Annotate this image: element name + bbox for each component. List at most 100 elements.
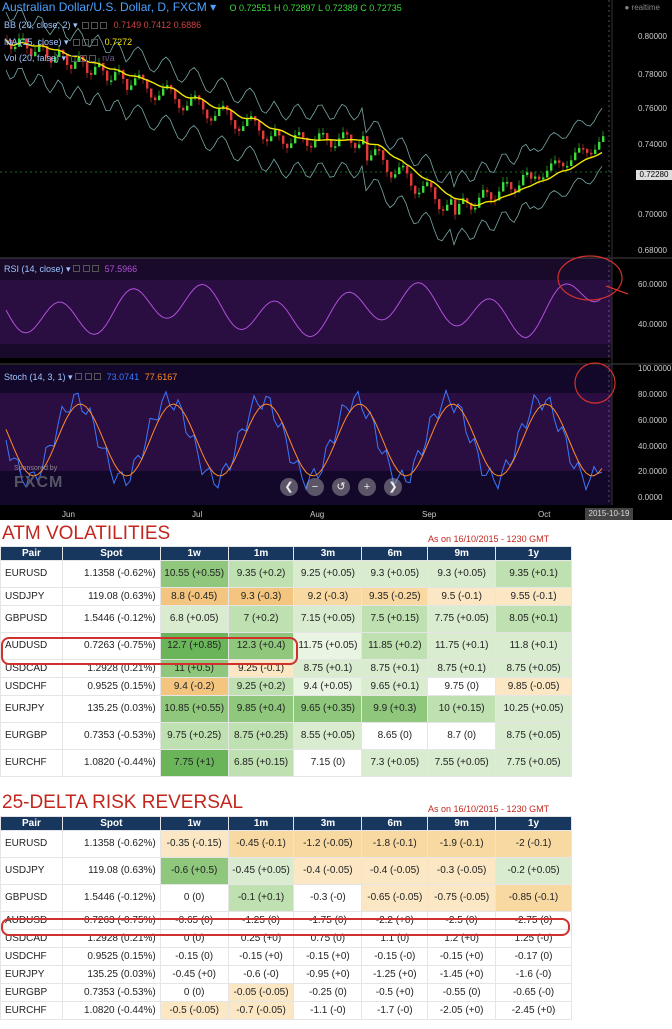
- value-cell: 7.5 (+0.15): [361, 605, 429, 633]
- pair-cell: GBPUSD: [0, 605, 63, 633]
- stoch-axis-label: 0.0000: [638, 493, 663, 502]
- table-row: EURGBP 0.7353 (-0.53%) 0 (0) -0.05 (-0.05) -…: [0, 983, 572, 1002]
- pair-cell: USDJPY: [0, 857, 63, 885]
- candle-body: [534, 176, 537, 179]
- rsi-legend[interactable]: RSI (14, close) ▾ 57.5966: [4, 264, 137, 275]
- table-row: GBPUSD 1.5446 (-0.12%) 6.8 (+0.05) 7 (+0.2)…: [0, 605, 572, 633]
- value-cell: -2.45 (+0): [495, 1001, 572, 1020]
- zoom-out-button[interactable]: −: [306, 478, 324, 496]
- value-cell: -1.6 (-0): [495, 965, 572, 984]
- candle-body: [342, 132, 345, 139]
- eye-icon[interactable]: [79, 55, 87, 63]
- settings-icon[interactable]: [73, 39, 81, 47]
- stoch-band: [0, 393, 612, 471]
- value-cell: 7.3 (+0.05): [361, 749, 429, 777]
- close-icon[interactable]: [92, 265, 100, 272]
- pair-cell: EURUSD: [0, 830, 63, 858]
- value-cell: -0.15 (+0): [427, 947, 497, 966]
- candle-body: [410, 173, 413, 186]
- settings-icon[interactable]: [82, 22, 90, 30]
- pair-cell: EURGBP: [0, 983, 63, 1002]
- close-icon[interactable]: [88, 55, 96, 63]
- ma-legend[interactable]: MA (15, close) ▾ 0.7272: [4, 37, 132, 48]
- settings-icon[interactable]: [73, 265, 81, 272]
- value-cell: -0.4 (-0.05): [361, 857, 429, 885]
- value-cell: -0.45 (-0.1): [227, 830, 295, 858]
- settings-icon[interactable]: [75, 373, 83, 380]
- candle-body: [390, 171, 393, 178]
- scroll-forward-button[interactable]: ❯: [384, 478, 402, 496]
- month-label: Oct: [538, 510, 551, 519]
- value-cell: 8.55 (+0.05): [293, 722, 363, 750]
- value-cell: -0.2 (+0.05): [495, 857, 572, 885]
- candle-body: [570, 160, 573, 167]
- candle-body: [538, 176, 541, 180]
- close-icon[interactable]: [94, 373, 102, 380]
- candle-body: [574, 152, 577, 161]
- value-cell: -0.1 (+0.1): [227, 884, 295, 912]
- value-cell: 9.3 (-0.3): [227, 587, 295, 606]
- spot-cell: 0.7353 (-0.53%): [61, 983, 161, 1002]
- value-cell: 7 (+0.2): [227, 605, 295, 633]
- chart-title[interactable]: Australian Dollar/U.S. Dollar, D, FXCM: [2, 0, 207, 14]
- rr-as-of: As on 16/10/2015 - 1230 GMT: [428, 804, 550, 814]
- value-cell: 9.85 (-0.05): [495, 677, 572, 696]
- pair-cell: EURUSD: [0, 560, 63, 588]
- vol-legend[interactable]: Vol (20, false) ▾ n/a: [4, 53, 115, 64]
- candle-body: [154, 97, 157, 101]
- value-cell: -0.3 (-0): [293, 884, 363, 912]
- candle-body: [542, 177, 545, 180]
- close-icon[interactable]: [100, 22, 108, 30]
- settings-icon[interactable]: [70, 55, 78, 63]
- table-row: EURCHF 1.0820 (-0.44%) -0.5 (-0.05) -0.7 (-…: [0, 1001, 572, 1020]
- candle-body: [554, 160, 557, 164]
- table-row: USDJPY 119.08 (0.63%) -0.6 (+0.5) -0.45 (+0…: [0, 857, 572, 885]
- eye-icon[interactable]: [82, 39, 90, 47]
- value-cell: 6.85 (+0.15): [227, 749, 295, 777]
- stoch-axis-label: 40.0000: [638, 442, 667, 451]
- value-cell: 8.75 (+0.1): [361, 659, 429, 678]
- spot-cell: 1.0820 (-0.44%): [61, 749, 161, 777]
- candle-body: [478, 197, 481, 208]
- pair-cell: GBPUSD: [0, 884, 63, 912]
- value-cell: -0.95 (+0): [293, 965, 363, 984]
- bb-legend[interactable]: BB (20, close, 2) ▾ 0.7149 0.7412 0.6886: [4, 20, 201, 31]
- close-icon[interactable]: [91, 39, 99, 47]
- eye-icon[interactable]: [91, 22, 99, 30]
- value-cell: 8.75 (+0.25): [227, 722, 295, 750]
- month-label: Aug: [310, 510, 325, 519]
- candle-body: [346, 132, 349, 135]
- column-header: Spot: [61, 546, 161, 561]
- stoch-k-value: 73.0741: [106, 372, 140, 382]
- candle-body: [378, 149, 381, 151]
- bb-legend-values: 0.7149 0.7412 0.6886: [113, 20, 202, 30]
- price-chart[interactable]: Australian Dollar/U.S. Dollar, D, FXCM ▾…: [0, 0, 672, 520]
- column-header: 6m: [361, 546, 429, 561]
- candle-body: [450, 199, 453, 205]
- zoom-in-button[interactable]: +: [358, 478, 376, 496]
- eye-icon[interactable]: [84, 373, 92, 380]
- price-axis-label: 0.80000: [638, 32, 667, 41]
- value-cell: 0 (0): [159, 884, 229, 912]
- price-axis-label: 0.78000: [638, 70, 667, 79]
- stoch-legend[interactable]: Stoch (14, 3, 1) ▾ 73.0741 77.6167: [4, 372, 177, 383]
- scroll-back-button[interactable]: ❮: [280, 478, 298, 496]
- candle-body: [602, 136, 605, 142]
- spot-cell: 0.9525 (0.15%): [61, 947, 161, 966]
- value-cell: 9.35 (+0.1): [495, 560, 572, 588]
- value-cell: 9.35 (+0.2): [227, 560, 295, 588]
- candle-body: [330, 140, 333, 148]
- value-cell: 0 (0): [159, 983, 229, 1002]
- value-cell: 8.65 (0): [361, 722, 429, 750]
- price-axis-label: 0.70000: [638, 210, 667, 219]
- value-cell: 7.75 (+0.05): [495, 749, 572, 777]
- value-cell: 9.4 (+0.05): [293, 677, 363, 696]
- stoch-axis-label: 100.0000: [638, 364, 672, 373]
- value-cell: -1.8 (-0.1): [361, 830, 429, 858]
- table-row: EURJPY 135.25 (0.03%) -0.45 (+0) -0.6 (-0) -…: [0, 965, 572, 984]
- eye-icon[interactable]: [82, 265, 90, 272]
- reset-chart-button[interactable]: ↺: [332, 478, 350, 496]
- table-row: GBPUSD 1.5446 (-0.12%) 0 (0) -0.1 (+0.1) -0.…: [0, 884, 572, 912]
- candle-body: [182, 107, 185, 111]
- value-cell: -0.5 (-0.05): [159, 1001, 229, 1020]
